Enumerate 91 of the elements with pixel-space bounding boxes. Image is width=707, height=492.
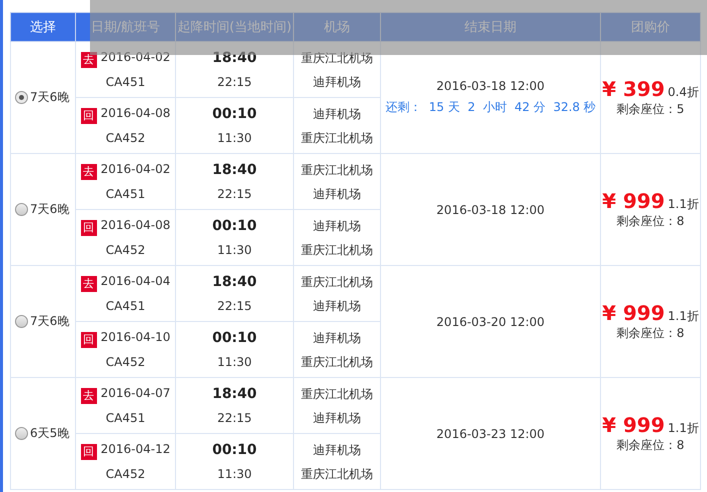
end-date: 2016-03-18 12:00: [436, 79, 545, 93]
arrival-time: 11:30: [217, 466, 252, 480]
radio-button[interactable]: [15, 427, 28, 440]
flight-date: 2016-04-10: [100, 330, 170, 344]
group-price: ¥ 399: [602, 77, 665, 101]
direction-badge: 去: [80, 52, 97, 68]
direction-badge: 去: [80, 276, 97, 292]
airport-name: 重庆江北机场: [301, 274, 373, 288]
airport-name: 重庆江北机场: [301, 162, 373, 176]
column-header: 团购价: [600, 12, 700, 42]
discount-label: 1.1折: [668, 197, 699, 211]
direction-badge: 回: [80, 220, 97, 236]
departure-time: 18:40: [212, 386, 257, 402]
duration-label: 7天6晚: [30, 313, 70, 330]
flight-number: CA451: [106, 75, 146, 89]
airport-name: 迪拜机场: [313, 186, 361, 200]
airport-name: 迪拜机场: [313, 218, 361, 232]
airport-name: 重庆江北机场: [301, 466, 373, 480]
flight-number: CA452: [106, 355, 146, 369]
package-option[interactable]: 7天6晚: [15, 313, 75, 330]
arrival-time: 22:15: [217, 186, 252, 200]
column-header: 日期/航班号: [76, 12, 176, 42]
discount-label: 0.4折: [668, 85, 699, 99]
direction-badge: 回: [80, 108, 97, 124]
flight-date: 2016-04-08: [100, 218, 170, 232]
flight-date: 2016-04-04: [100, 274, 170, 288]
package-option[interactable]: 6天5晚: [15, 425, 75, 442]
airport-name: 迪拜机场: [313, 106, 361, 120]
end-date: 2016-03-20 12:00: [436, 314, 545, 328]
departure-time: 18:40: [212, 162, 257, 178]
flight-date: 2016-04-12: [100, 442, 170, 456]
arrival-time: 22:15: [217, 74, 252, 88]
flight-number: CA452: [106, 131, 146, 145]
end-date: 2016-03-23 12:00: [436, 426, 545, 440]
column-header: 结束日期: [380, 12, 600, 42]
airport-name: 重庆江北机场: [301, 242, 373, 256]
discount-label: 1.1折: [668, 421, 699, 435]
radio-button[interactable]: [15, 315, 28, 328]
duration-label: 7天6晚: [30, 201, 70, 218]
flight-number: CA451: [106, 299, 146, 313]
package-option[interactable]: 7天6晚: [15, 201, 75, 218]
direction-badge: 去: [80, 164, 97, 180]
flight-number: CA452: [106, 243, 146, 257]
flight-number: CA451: [106, 411, 146, 425]
group-price: ¥ 999: [602, 413, 665, 437]
departure-time: 18:40: [212, 274, 257, 290]
airport-name: 迪拜机场: [313, 74, 361, 88]
flight-number: CA452: [106, 467, 146, 481]
departure-time: 00:10: [212, 330, 257, 346]
remaining-seats: 剩余座位：8: [616, 326, 684, 340]
flight-date: 2016-04-02: [100, 50, 170, 64]
column-header: 起降时间(当地时间): [176, 12, 294, 42]
direction-badge: 回: [80, 444, 97, 460]
arrival-time: 11:30: [217, 130, 252, 144]
arrival-time: 22:15: [217, 298, 252, 312]
flight-date: 2016-04-08: [100, 106, 170, 120]
departure-time: 00:10: [212, 218, 257, 234]
column-header: 机场: [294, 12, 380, 42]
remaining-seats: 剩余座位：8: [616, 438, 684, 452]
group-price: ¥ 999: [602, 301, 665, 325]
package-option[interactable]: 7天6晚: [15, 89, 75, 106]
flight-date: 2016-04-07: [100, 386, 170, 400]
arrival-time: 11:30: [217, 242, 252, 256]
arrival-time: 22:15: [217, 410, 252, 424]
airport-name: 重庆江北机场: [301, 386, 373, 400]
departure-time: 18:40: [212, 50, 257, 66]
group-price: ¥ 999: [602, 189, 665, 213]
column-header: 选择: [10, 12, 76, 42]
radio-button[interactable]: [15, 91, 28, 104]
direction-badge: 去: [80, 388, 97, 404]
flight-date: 2016-04-02: [100, 162, 170, 176]
flight-number: CA451: [106, 187, 146, 201]
airport-name: 重庆江北机场: [301, 354, 373, 368]
arrival-time: 11:30: [217, 354, 252, 368]
discount-label: 1.1折: [668, 309, 699, 323]
departure-time: 00:10: [212, 442, 257, 458]
airport-name: 迪拜机场: [313, 330, 361, 344]
countdown-text: 还剩： 15 天 2 小时 42 分 32.8 秒: [385, 100, 596, 114]
airport-name: 重庆江北机场: [301, 130, 373, 144]
remaining-seats: 剩余座位：8: [616, 214, 684, 228]
end-date: 2016-03-18 12:00: [436, 202, 545, 216]
airport-name: 迪拜机场: [313, 442, 361, 456]
duration-label: 6天5晚: [30, 425, 70, 442]
airport-name: 重庆江北机场: [301, 50, 373, 64]
direction-badge: 回: [80, 332, 97, 348]
duration-label: 7天6晚: [30, 89, 70, 106]
radio-button[interactable]: [15, 203, 28, 216]
departure-time: 00:10: [212, 106, 257, 122]
remaining-seats: 剩余座位：5: [616, 102, 684, 116]
airport-name: 迪拜机场: [313, 410, 361, 424]
airport-name: 迪拜机场: [313, 298, 361, 312]
